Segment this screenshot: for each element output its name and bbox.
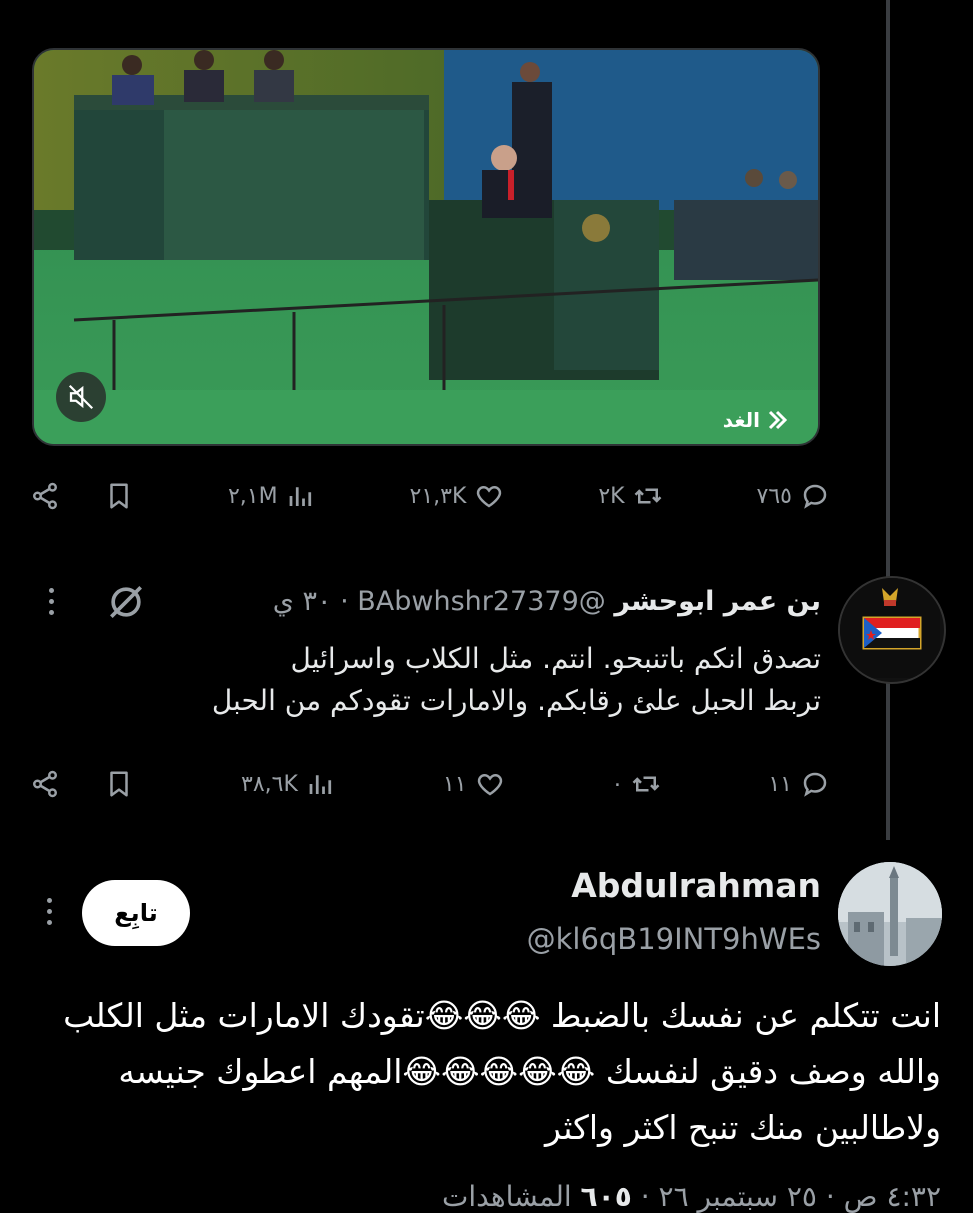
reply-header: بن عمر ابوحشر @BAbwhshr27379 · ٣٠ ي bbox=[273, 586, 821, 617]
mute-toggle-button[interactable] bbox=[56, 372, 106, 422]
heart-icon bbox=[477, 485, 502, 508]
author-name[interactable]: Abdulrahman bbox=[571, 866, 821, 905]
views-value: ٢,١M bbox=[227, 483, 278, 509]
reply-button[interactable]: ٧٦٥ bbox=[757, 481, 830, 511]
reply-count: ٧٦٥ bbox=[756, 483, 792, 509]
reply-text-line-1: تصدق انكم باتنبحو. انتم. مثل الكلاب واسر… bbox=[290, 642, 821, 675]
reply-author-name[interactable]: بن عمر ابوحشر bbox=[614, 586, 821, 617]
reply-text: تصدق انكم باتنبحو. انتم. مثل الكلاب واسر… bbox=[212, 638, 821, 722]
reply-bubble-icon bbox=[803, 484, 827, 509]
bookmark-icon bbox=[110, 771, 128, 797]
repost-button[interactable]: ٠ bbox=[612, 769, 662, 799]
bookmark-button[interactable] bbox=[104, 769, 134, 799]
grok-icon[interactable] bbox=[104, 580, 148, 624]
reply-bubble-icon bbox=[803, 772, 827, 797]
speaker-muted-icon bbox=[68, 384, 94, 410]
reply-action-bar: ٣٨,٦K ١١ ٠ ١١ bbox=[30, 764, 830, 804]
share-button[interactable] bbox=[30, 481, 60, 511]
views-value: ٣٨,٦K bbox=[241, 771, 298, 797]
tweet-views-label: المشاهدات bbox=[442, 1180, 572, 1213]
tweet-meta: ٤:٣٢ ص · ٢٥ سبتمبر ٢٦ · ٦٠٥ المشاهدات bbox=[442, 1180, 941, 1213]
follow-button[interactable]: تابِع bbox=[82, 880, 190, 946]
channel-watermark: الغد bbox=[723, 408, 790, 432]
like-button[interactable]: ٢١,٣K bbox=[410, 481, 505, 511]
like-button[interactable]: ١١ bbox=[443, 769, 505, 799]
reply-text-line-2: تربط الحبل علئ رقابكم. والامارات تقودكم … bbox=[211, 684, 821, 717]
channel-name: الغد bbox=[722, 408, 760, 432]
thread-connector-line bbox=[886, 0, 890, 840]
tweet-video-player[interactable]: الغد bbox=[32, 48, 820, 446]
reply-more-options[interactable] bbox=[46, 588, 56, 615]
repost-icon bbox=[632, 776, 660, 792]
analytics-icon bbox=[289, 487, 311, 506]
reply-timestamp[interactable]: ٣٠ ي bbox=[273, 586, 332, 617]
flag-avatar-image bbox=[840, 578, 940, 678]
views-count[interactable]: ٣٨,٦K bbox=[241, 769, 336, 799]
views-count[interactable]: ٢,١M bbox=[228, 481, 316, 511]
tweet-time: ٤:٣٢ ص bbox=[843, 1180, 941, 1213]
heart-icon bbox=[477, 773, 502, 796]
repost-icon bbox=[634, 488, 661, 504]
share-icon bbox=[33, 482, 57, 510]
bookmark-button[interactable] bbox=[104, 481, 134, 511]
reply-timestamp-separator: · bbox=[340, 586, 349, 617]
original-tweet-action-bar: ٢,١M ٢١,٣K ٢K ٧٦٥ bbox=[30, 476, 830, 516]
like-count: ٢١,٣K bbox=[409, 483, 467, 509]
reply-count: ١١ bbox=[768, 771, 792, 797]
repost-count: ٢K bbox=[598, 483, 625, 509]
repost-count: ٠ bbox=[611, 771, 624, 797]
reply-button[interactable]: ١١ bbox=[768, 769, 830, 799]
tweet-views-count: ٦٠٥ bbox=[580, 1180, 632, 1213]
bookmark-icon bbox=[110, 483, 128, 509]
author-handle[interactable]: @kl6qB19INT9hWEs bbox=[527, 922, 821, 956]
repost-button[interactable]: ٢K bbox=[598, 481, 662, 511]
avatar[interactable] bbox=[838, 576, 946, 684]
share-icon bbox=[33, 770, 57, 798]
tweet-more-options[interactable] bbox=[44, 898, 54, 925]
reply-author-handle[interactable]: @BAbwhshr27379 bbox=[357, 586, 606, 617]
channel-logo-icon bbox=[768, 410, 788, 430]
share-button[interactable] bbox=[30, 769, 60, 799]
tweet-body: انت تتكلم عن نفسك بالضبط 😂😂😂تقودك الامار… bbox=[63, 996, 941, 1147]
mosque-avatar-image bbox=[838, 862, 942, 966]
tweet-date: ٢٥ سبتمبر ٢٦ bbox=[658, 1180, 817, 1213]
like-count: ١١ bbox=[442, 771, 467, 797]
avatar[interactable] bbox=[838, 862, 942, 966]
analytics-icon bbox=[309, 775, 332, 794]
video-frame bbox=[34, 50, 818, 444]
